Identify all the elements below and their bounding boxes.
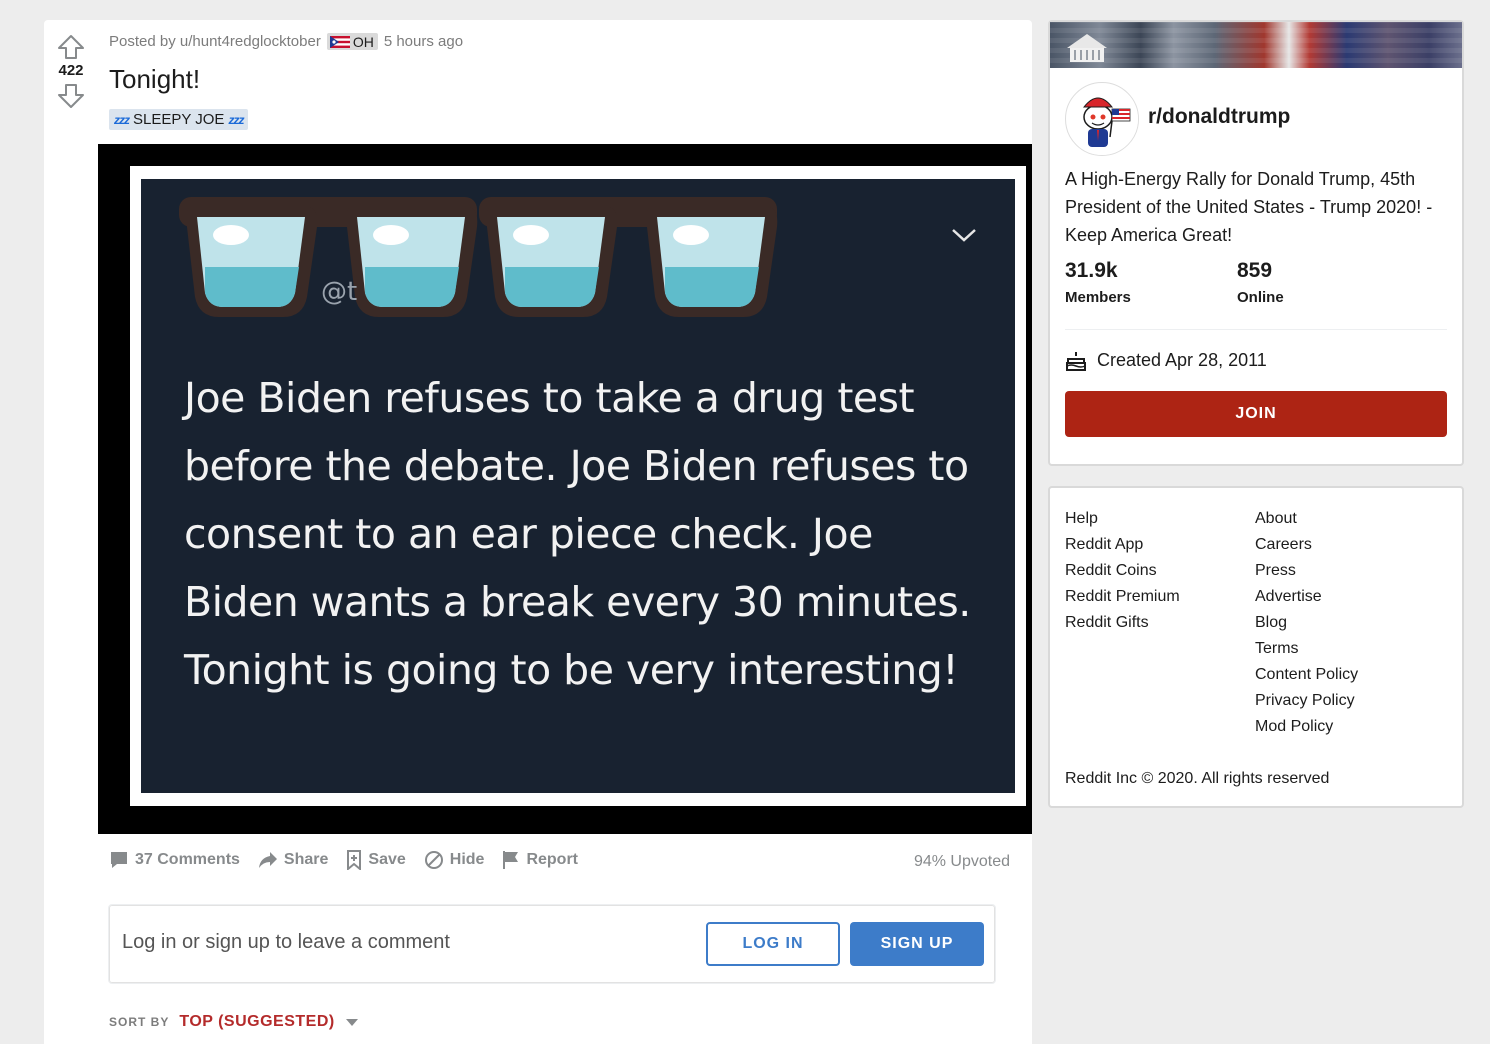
share-icon (258, 852, 277, 868)
zzz-icon: zzz (228, 112, 244, 127)
created-date: Created Apr 28, 2011 (1065, 350, 1267, 371)
comment-prompt: Log in or sign up to leave a comment (122, 931, 450, 953)
footer-links-col1: Help Reddit App Reddit Coins Reddit Prem… (1065, 506, 1180, 636)
footer-link[interactable]: Reddit Premium (1065, 584, 1180, 610)
footer-link[interactable]: Press (1255, 558, 1358, 584)
subreddit-banner (1050, 22, 1462, 68)
online-stat: 859 Online (1237, 259, 1284, 306)
online-count: 859 (1237, 259, 1273, 282)
footer-link[interactable]: Reddit App (1065, 532, 1180, 558)
post-actions: 37 Comments Share Save Hide Report (109, 850, 578, 870)
vote-column: 422 (44, 20, 98, 109)
ohio-flag-icon (329, 36, 350, 48)
bookmark-icon (347, 850, 362, 870)
members-count: 31.9k (1065, 259, 1118, 282)
copyright: Reddit Inc © 2020. All rights reserved (1065, 770, 1330, 787)
footer-links-card: Help Reddit App Reddit Coins Reddit Prem… (1048, 486, 1464, 808)
login-button[interactable]: LOG IN (706, 922, 840, 966)
zzz-icon: zzz (114, 112, 130, 127)
post-author[interactable]: Posted by u/hunt4redglocktober (109, 33, 321, 50)
hide-button[interactable]: Hide (424, 850, 485, 870)
post-title[interactable]: Tonight! (109, 64, 200, 95)
downvote-icon[interactable] (57, 83, 85, 109)
footer-link[interactable]: Help (1065, 506, 1180, 532)
sort-value: TOP (SUGGESTED) (179, 1013, 335, 1030)
online-label: Online (1237, 289, 1284, 306)
subreddit-name[interactable]: r/donaldtrump (1148, 105, 1290, 129)
tweet-handle: @t (321, 277, 358, 307)
caret-down-icon (345, 1019, 358, 1026)
subreddit-about-card: r/donaldtrump A High-Energy Rally for Do… (1048, 20, 1464, 466)
footer-links-col2: About Careers Press Advertise Blog Terms… (1255, 506, 1358, 740)
sort-label: SORT BY (109, 1015, 170, 1029)
post-card: 422 Posted by u/hunt4redglocktober OH 5 … (44, 20, 1032, 1044)
comment-icon (111, 852, 127, 868)
snoo-mascot-icon (1067, 84, 1138, 155)
share-label: Share (283, 851, 329, 868)
upvote-ratio: 94% Upvoted (913, 853, 1010, 870)
footer-link[interactable]: About (1255, 506, 1358, 532)
footer-link[interactable]: Blog (1255, 610, 1358, 636)
footer-link[interactable]: Reddit Gifts (1065, 610, 1180, 636)
footer-link[interactable]: Advertise (1255, 584, 1358, 610)
created-label: Created Apr 28, 2011 (1097, 350, 1267, 370)
post-time: 5 hours ago (383, 33, 464, 50)
footer-link[interactable]: Privacy Policy (1255, 688, 1358, 714)
footer-link[interactable]: Reddit Coins (1065, 558, 1180, 584)
user-flair: OH (326, 33, 378, 50)
image-content: @t Joe Biden refuses to take a drug test… (141, 179, 1015, 793)
post-score: 422 (58, 62, 84, 79)
report-button[interactable]: Report (502, 850, 578, 870)
flag-icon (503, 851, 519, 869)
hide-icon (424, 851, 443, 869)
post-meta: Posted by u/hunt4redglocktober OH 5 hour… (109, 33, 463, 50)
comments-button[interactable]: 37 Comments (109, 850, 240, 870)
cake-icon (1066, 351, 1086, 371)
subreddit-avatar[interactable] (1065, 82, 1139, 156)
report-label: Report (526, 851, 578, 868)
join-button[interactable]: JOIN (1065, 391, 1447, 437)
post-flair-label: SLEEPY JOE (133, 111, 225, 128)
save-label: Save (368, 851, 406, 868)
save-button[interactable]: Save (346, 850, 406, 870)
signup-button[interactable]: SIGN UP (850, 922, 984, 966)
sort-dropdown[interactable]: SORT BY TOP (SUGGESTED) (109, 1013, 359, 1031)
tweet-text: Joe Biden refuses to take a drug test be… (184, 374, 971, 694)
share-button[interactable]: Share (258, 851, 328, 869)
footer-link[interactable]: Terms (1255, 636, 1358, 662)
post-flair[interactable]: zzz SLEEPY JOE zzz (109, 109, 249, 130)
white-house-icon (1067, 34, 1107, 62)
members-stat: 31.9k Members (1065, 259, 1131, 306)
user-flair-label: OH (352, 34, 374, 50)
footer-link[interactable]: Mod Policy (1255, 714, 1358, 740)
footer-link[interactable]: Careers (1255, 532, 1358, 558)
divider (1065, 329, 1447, 330)
subreddit-description: A High-Energy Rally for Donald Trump, 45… (1065, 169, 1433, 245)
footer-link[interactable]: Content Policy (1255, 662, 1358, 688)
hide-label: Hide (449, 851, 485, 868)
comments-label: 37 Comments (135, 851, 240, 868)
comment-login-box: Log in or sign up to leave a comment LOG… (108, 904, 996, 984)
image-frame: @t Joe Biden refuses to take a drug test… (130, 166, 1026, 806)
glasses-emoji-icon (179, 197, 778, 317)
post-image[interactable]: @t Joe Biden refuses to take a drug test… (98, 144, 1032, 834)
upvote-icon[interactable] (57, 34, 85, 60)
members-label: Members (1065, 289, 1131, 306)
chevron-down-icon (952, 229, 976, 242)
